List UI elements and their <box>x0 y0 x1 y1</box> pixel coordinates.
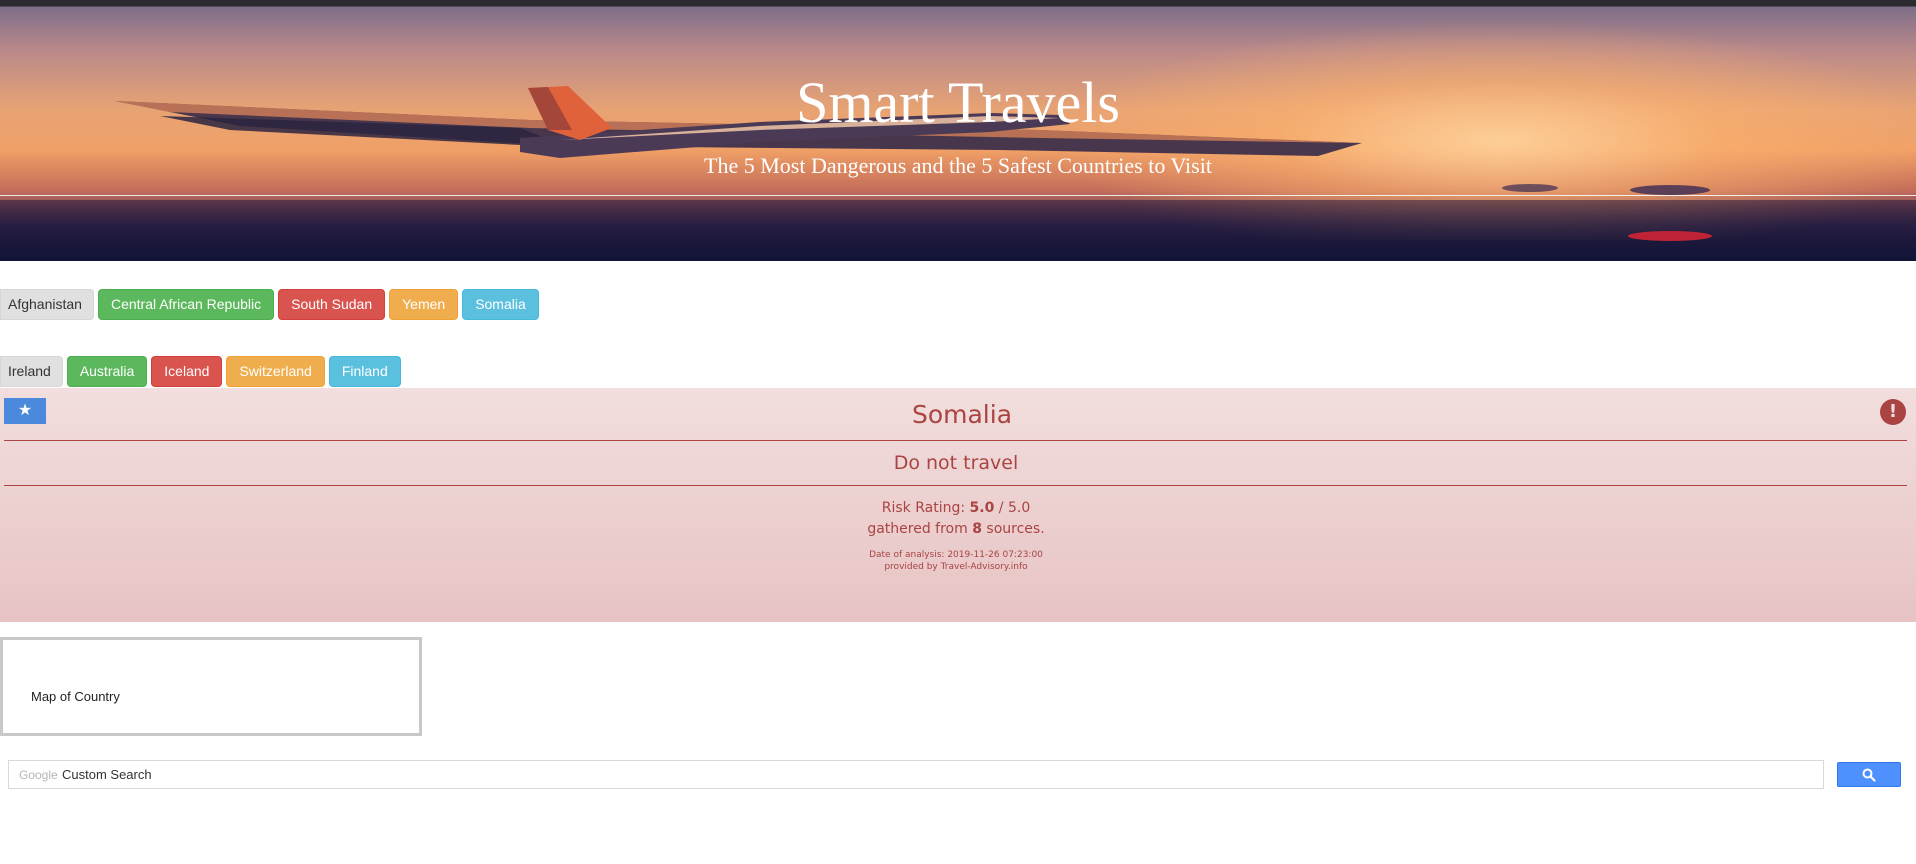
country-button-finland[interactable]: Finland <box>328 356 401 387</box>
risk-rating-value: 5.0 <box>969 500 995 516</box>
site-title: Smart Travels <box>796 70 1120 135</box>
site-subtitle: The 5 Most Dangerous and the 5 Safest Co… <box>704 153 1212 178</box>
country-button-central-african-republic[interactable]: Central African Republic <box>97 289 275 320</box>
sources-prefix: gathered from <box>867 521 968 537</box>
country-button-ireland[interactable]: Ireland <box>0 356 63 387</box>
advisory-divider <box>4 485 1907 486</box>
analysis-date: Date of analysis: 2019-11-26 07:23:00 <box>869 550 1043 560</box>
sources-count: 8 <box>972 521 982 537</box>
hero-banner: Smart Travels The 5 Most Dangerous and t… <box>0 0 1916 261</box>
dangerous-countries-row: Afghanistan Central African Republic Sou… <box>0 289 539 320</box>
country-button-somalia[interactable]: Somalia <box>462 289 539 320</box>
risk-rating-max: 5.0 <box>1007 500 1031 516</box>
country-button-yemen[interactable]: Yemen <box>389 289 459 320</box>
country-map[interactable]: Map of Country <box>0 637 422 736</box>
risk-rating-separator: / <box>998 500 1004 516</box>
advisory-provider: provided by Travel-Advisory.info <box>884 562 1028 572</box>
hero-divider <box>0 195 1916 196</box>
country-button-australia[interactable]: Australia <box>66 356 148 387</box>
map-label: Map of Country <box>31 689 120 704</box>
country-button-afghanistan[interactable]: Afghanistan <box>0 289 94 320</box>
advisory-status: Do not travel <box>893 452 1019 474</box>
advisory-divider <box>4 440 1907 441</box>
sources-suffix: sources. <box>986 521 1045 537</box>
sources-line: gathered from 8 sources. <box>0 519 1912 539</box>
advisory-country-name: Somalia <box>911 400 1013 429</box>
advisory-panel: ★ ! Somalia Do not travel Risk Rating: 5… <box>0 388 1916 622</box>
risk-rating-line: Risk Rating: 5.0 / 5.0 <box>0 498 1912 518</box>
safe-countries-row: Ireland Australia Iceland Switzerland Fi… <box>0 356 401 387</box>
country-button-switzerland[interactable]: Switzerland <box>226 356 325 387</box>
country-button-south-sudan[interactable]: South Sudan <box>278 289 386 320</box>
google-brand-label: Google <box>19 768 58 782</box>
risk-rating-label: Risk Rating: <box>881 500 966 516</box>
country-button-iceland[interactable]: Iceland <box>151 356 223 387</box>
search-input[interactable] <box>62 761 1802 788</box>
search-button[interactable] <box>1837 762 1901 787</box>
search-box: Google <box>8 760 1824 789</box>
search-icon <box>1862 768 1876 782</box>
